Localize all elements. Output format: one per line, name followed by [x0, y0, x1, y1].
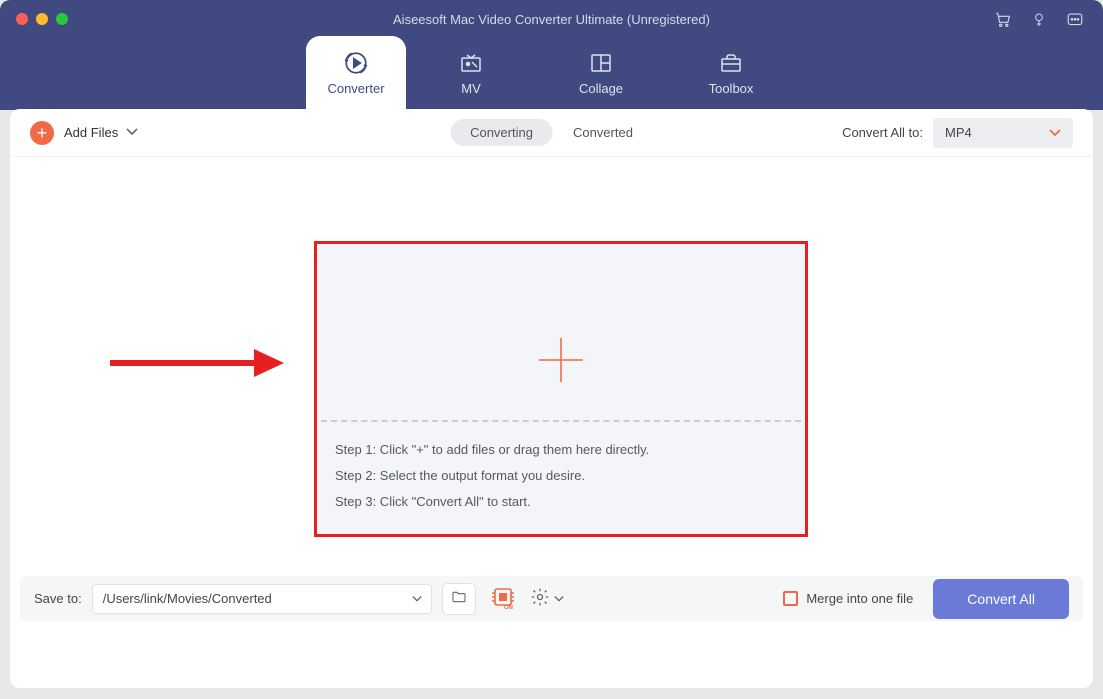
checkbox-icon	[783, 591, 798, 606]
tab-collage[interactable]: Collage	[536, 36, 666, 110]
convert-all-label: Convert All	[967, 591, 1035, 607]
open-folder-button[interactable]	[442, 583, 476, 615]
gpu-chip-icon: ON	[490, 584, 516, 613]
collage-icon	[588, 51, 614, 75]
step-instruction: Step 1: Click "+" to add files or drag t…	[335, 442, 787, 457]
save-to-label: Save to:	[34, 591, 82, 606]
add-files-dropdown-chevron[interactable]	[126, 124, 138, 142]
divider	[321, 420, 801, 422]
subtab-converting[interactable]: Converting	[450, 119, 553, 146]
tab-mv[interactable]: MV	[406, 36, 536, 110]
plus-icon: +	[30, 121, 54, 145]
convert-all-to-label: Convert All to:	[842, 125, 923, 140]
chevron-down-icon	[1049, 125, 1061, 140]
save-path-field[interactable]: /Users/link/Movies/Converted	[92, 584, 410, 614]
window-title: Aiseesoft Mac Video Converter Ultimate (…	[0, 12, 1103, 27]
feedback-icon[interactable]	[1065, 11, 1085, 34]
convert-all-button[interactable]: Convert All	[933, 579, 1069, 619]
step-instruction: Step 3: Click "Convert All" to start.	[335, 494, 787, 509]
gpu-accel-button[interactable]: ON	[486, 583, 520, 615]
tab-label: Converter	[327, 81, 384, 96]
format-selected-value: MP4	[945, 125, 972, 140]
add-files-label: Add Files	[64, 125, 118, 140]
add-files-button[interactable]: + Add Files	[30, 121, 118, 145]
save-path-value: /Users/link/Movies/Converted	[103, 591, 272, 606]
step-instruction: Step 2: Select the output format you des…	[335, 468, 787, 483]
save-path-dropdown-button[interactable]	[404, 584, 432, 614]
merge-label: Merge into one file	[806, 591, 913, 606]
svg-text:ON: ON	[504, 605, 513, 610]
file-drop-zone[interactable]: Step 1: Click "+" to add files or drag t…	[317, 244, 805, 534]
tab-label: MV	[461, 81, 481, 96]
converter-icon	[343, 51, 369, 75]
toolbox-icon	[718, 51, 744, 75]
gear-icon	[530, 587, 550, 610]
key-icon[interactable]	[1031, 10, 1047, 35]
chevron-down-icon	[554, 591, 564, 606]
annotation-arrow-icon	[106, 343, 286, 388]
tab-toolbox[interactable]: Toolbox	[666, 36, 796, 110]
tab-label: Toolbox	[709, 81, 754, 96]
tab-label: Collage	[579, 81, 623, 96]
subtab-converted[interactable]: Converted	[553, 119, 653, 146]
folder-icon	[450, 589, 468, 608]
annotation-highlight-box: Step 1: Click "+" to add files or drag t…	[314, 241, 808, 537]
add-files-plus-icon[interactable]	[535, 334, 587, 391]
output-format-select[interactable]: MP4	[933, 118, 1073, 148]
tab-converter[interactable]: Converter	[306, 36, 406, 110]
settings-button[interactable]	[530, 587, 564, 610]
cart-icon[interactable]	[993, 11, 1013, 34]
mv-icon	[458, 51, 484, 75]
merge-into-one-file-checkbox[interactable]: Merge into one file	[783, 591, 913, 606]
